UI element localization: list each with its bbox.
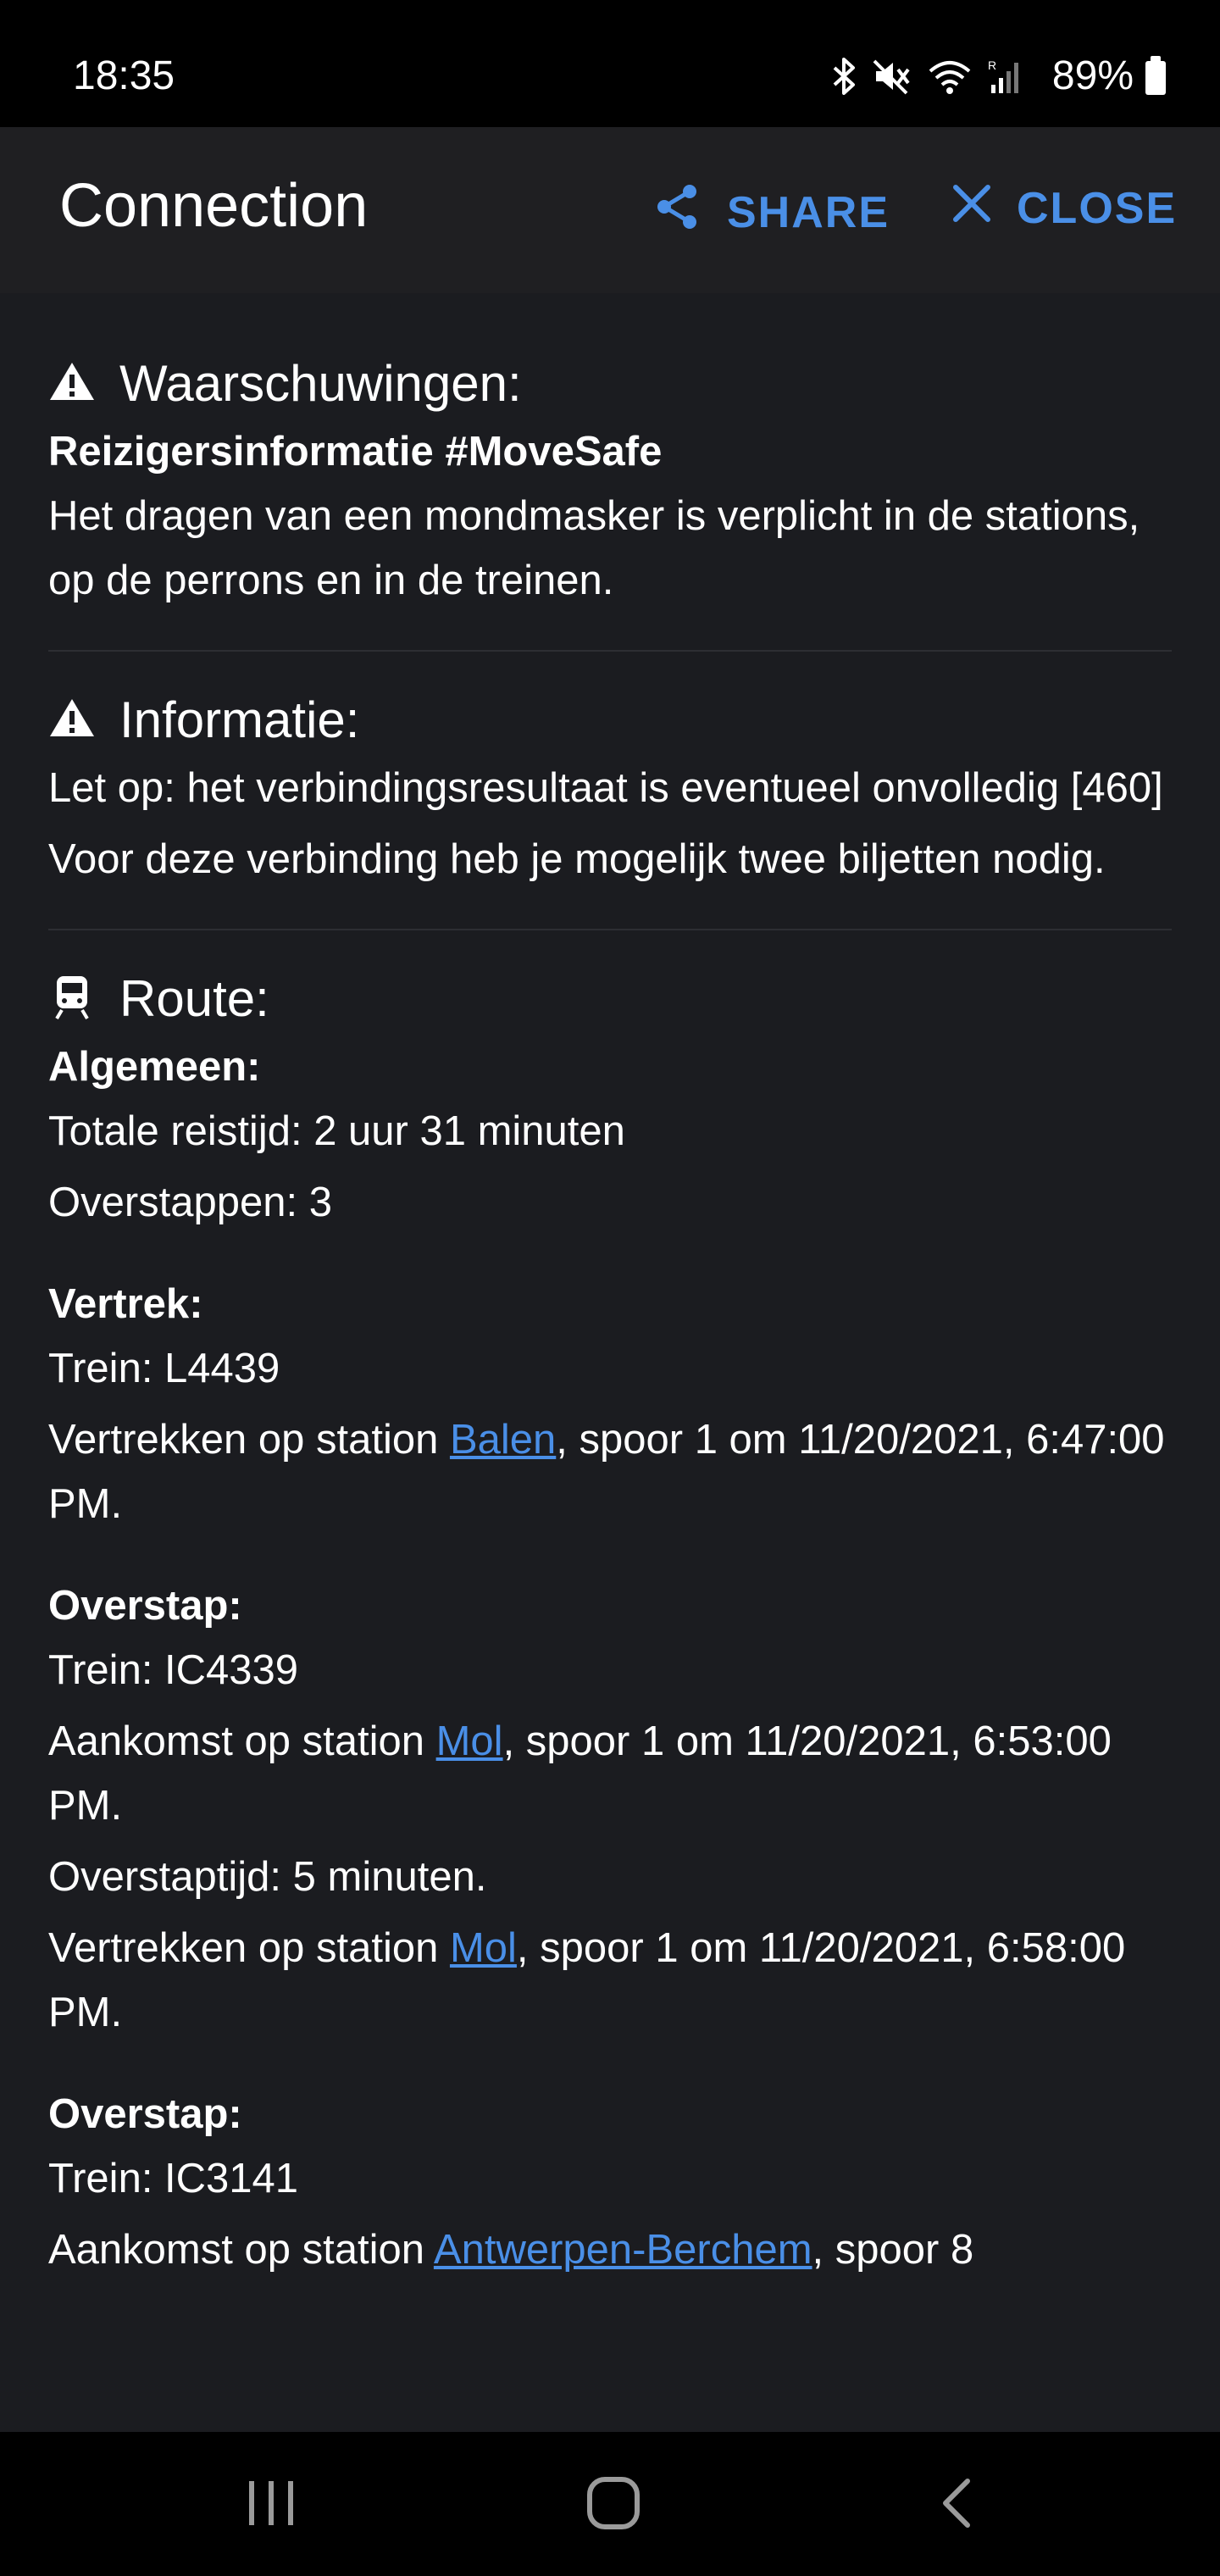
status-time: 18:35 — [73, 53, 175, 98]
close-label: CLOSE — [1017, 184, 1178, 233]
back-button[interactable] — [935, 2476, 978, 2534]
share-label: SHARE — [727, 187, 890, 237]
station-link-antwerpen-berchem[interactable]: Antwerpen-Berchem — [434, 2227, 812, 2273]
arrival-info: Aankomst op station Mol, spoor 1 om 11/2… — [48, 1709, 1172, 1838]
transfer-count: Overstappen: 3 — [48, 1180, 333, 1225]
battery-percentage: 89% — [1051, 53, 1134, 98]
transfer-train: Trein: IC4339 — [48, 1647, 299, 1693]
route-title: Route: — [119, 970, 269, 1027]
general-label: Algemeen: — [48, 1044, 261, 1090]
info-section: Informatie: Let op: het verbindingsresul… — [0, 652, 1220, 929]
total-travel-time: Totale reistijd: 2 uur 31 minuten — [48, 1108, 625, 1154]
info-header: Informatie: — [48, 691, 1172, 749]
arrival-prefix: Aankomst op station — [48, 1718, 436, 1764]
share-icon — [654, 183, 702, 242]
transfer-label: Overstap: — [48, 2091, 242, 2137]
route-departure: Vertrek: Trein: L4439 Vertrekken op stat… — [48, 1272, 1172, 1536]
warning-icon — [48, 697, 96, 742]
home-icon — [587, 2477, 640, 2529]
route-transfer: Overstap: Trein: IC3141 Aankomst op stat… — [48, 2082, 1172, 2282]
train-icon — [48, 973, 96, 1024]
page-title: Connection — [59, 172, 369, 240]
warnings-heading: Reizigersinformatie #MoveSafe — [48, 429, 663, 475]
departure-info: Vertrekken op station Balen, spoor 1 om … — [48, 1407, 1172, 1536]
recent-apps-icon — [249, 2481, 293, 2525]
svg-text:R: R — [988, 58, 996, 72]
info-title: Informatie: — [119, 691, 360, 748]
station-link-mol[interactable]: Mol — [436, 1718, 503, 1764]
info-line: Voor deze verbinding heb je mogelijk twe… — [48, 836, 1106, 882]
arrival-info: Aankomst op station Antwerpen-Berchem, s… — [48, 2218, 1172, 2282]
route-transfer: Overstap: Trein: IC4339 Aankomst op stat… — [48, 1574, 1172, 2045]
departure-train: Trein: L4439 — [48, 1346, 280, 1391]
signal-icon: R — [988, 58, 1022, 99]
close-icon — [952, 183, 991, 234]
wifi-icon — [927, 58, 973, 99]
share-button[interactable]: SHARE — [654, 183, 890, 242]
bluetooth-icon — [832, 57, 857, 99]
connection-details[interactable]: Waarschuwingen: Reizigersinformatie #Mov… — [0, 293, 1220, 2432]
station-link-balen[interactable]: Balen — [450, 1417, 556, 1463]
departure-info: Vertrekken op station Mol, spoor 1 om 11… — [48, 1916, 1172, 2045]
departure-prefix: Vertrekken op station — [48, 1417, 450, 1463]
battery-icon — [1145, 56, 1166, 95]
transfer-time: Overstaptijd: 5 minuten. — [48, 1854, 487, 1900]
status-icons: R — [832, 54, 1022, 102]
transfer-label: Overstap: — [48, 1583, 242, 1629]
departure-label: Vertrek: — [48, 1281, 203, 1327]
warnings-section: Waarschuwingen: Reizigersinformatie #Mov… — [0, 293, 1220, 650]
route-general: Algemeen: Totale reistijd: 2 uur 31 minu… — [48, 1035, 1172, 1235]
warning-icon — [48, 361, 96, 406]
app-bar: Connection SHARE CLOSE — [0, 127, 1220, 293]
home-button[interactable] — [585, 2474, 642, 2536]
navigation-bar — [0, 2432, 1220, 2576]
back-icon — [943, 2479, 970, 2528]
transfer-train: Trein: IC3141 — [48, 2156, 299, 2201]
route-section: Route: Algemeen: Totale reistijd: 2 uur … — [0, 930, 1220, 2282]
arrival-suffix: , spoor 8 — [812, 2227, 974, 2273]
warnings-text: Het dragen van een mondmasker is verplic… — [48, 493, 1140, 603]
info-line: Let op: het verbindingsresultaat is even… — [48, 765, 1163, 811]
warnings-header: Waarschuwingen: — [48, 354, 1172, 413]
warnings-title: Waarschuwingen: — [119, 355, 522, 412]
mute-icon — [873, 58, 912, 99]
close-button[interactable]: CLOSE — [952, 183, 1177, 234]
status-bar: 18:35 R 89% — [0, 0, 1220, 127]
departure-prefix: Vertrekken op station — [48, 1925, 450, 1971]
station-link-mol[interactable]: Mol — [450, 1925, 517, 1971]
arrival-prefix: Aankomst op station — [48, 2227, 434, 2273]
route-header: Route: — [48, 969, 1172, 1028]
recent-apps-button[interactable] — [244, 2476, 298, 2533]
